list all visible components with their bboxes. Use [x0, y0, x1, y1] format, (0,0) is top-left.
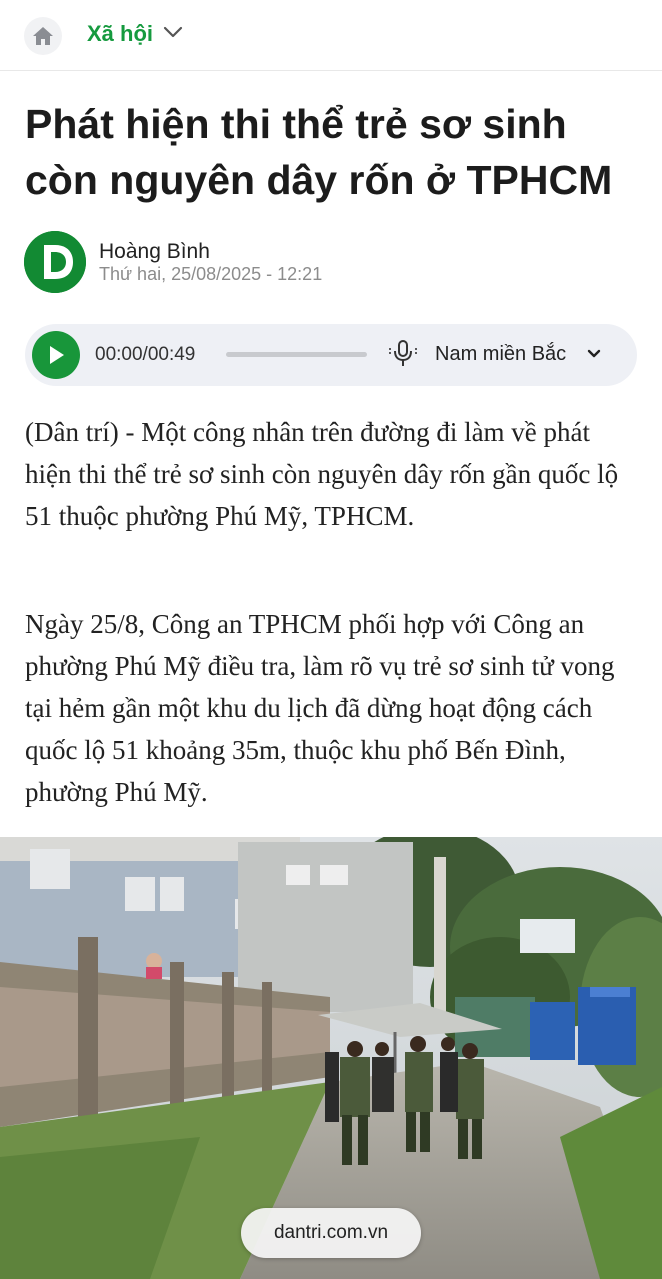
url-bar[interactable]: dantri.com.vn	[241, 1208, 421, 1258]
audio-time: 00:00/00:49	[95, 344, 196, 365]
audio-progress-bar[interactable]	[226, 352, 367, 357]
article-paragraph: Ngày 25/8, Công an TPHCM phối hợp với Cô…	[25, 609, 615, 807]
author-name[interactable]: Hoàng Bình	[99, 240, 210, 264]
author-avatar[interactable]	[24, 231, 86, 293]
microphone-icon[interactable]	[387, 339, 419, 369]
dantri-logo-icon	[24, 231, 86, 293]
audio-player: 00:00/00:49 Nam miền Bắc	[25, 324, 637, 386]
play-icon	[50, 346, 64, 364]
play-button[interactable]	[32, 331, 80, 379]
voice-chevron-down-icon[interactable]	[587, 349, 601, 359]
voice-selector[interactable]: Nam miền Bắc	[435, 343, 566, 366]
section-label[interactable]: Xã hội	[87, 21, 153, 47]
article-title: Phát hiện thi thể trẻ sơ sinh còn nguyên…	[25, 101, 613, 203]
chevron-down-icon[interactable]	[163, 25, 183, 39]
top-bar: Xã hội	[0, 0, 662, 71]
home-icon	[33, 27, 53, 45]
home-button[interactable]	[24, 17, 62, 55]
publish-date: Thứ hai, 25/08/2025 - 12:21	[99, 264, 323, 284]
article-paragraph: (Dân trí) - Một công nhân trên đường đi …	[25, 417, 619, 531]
